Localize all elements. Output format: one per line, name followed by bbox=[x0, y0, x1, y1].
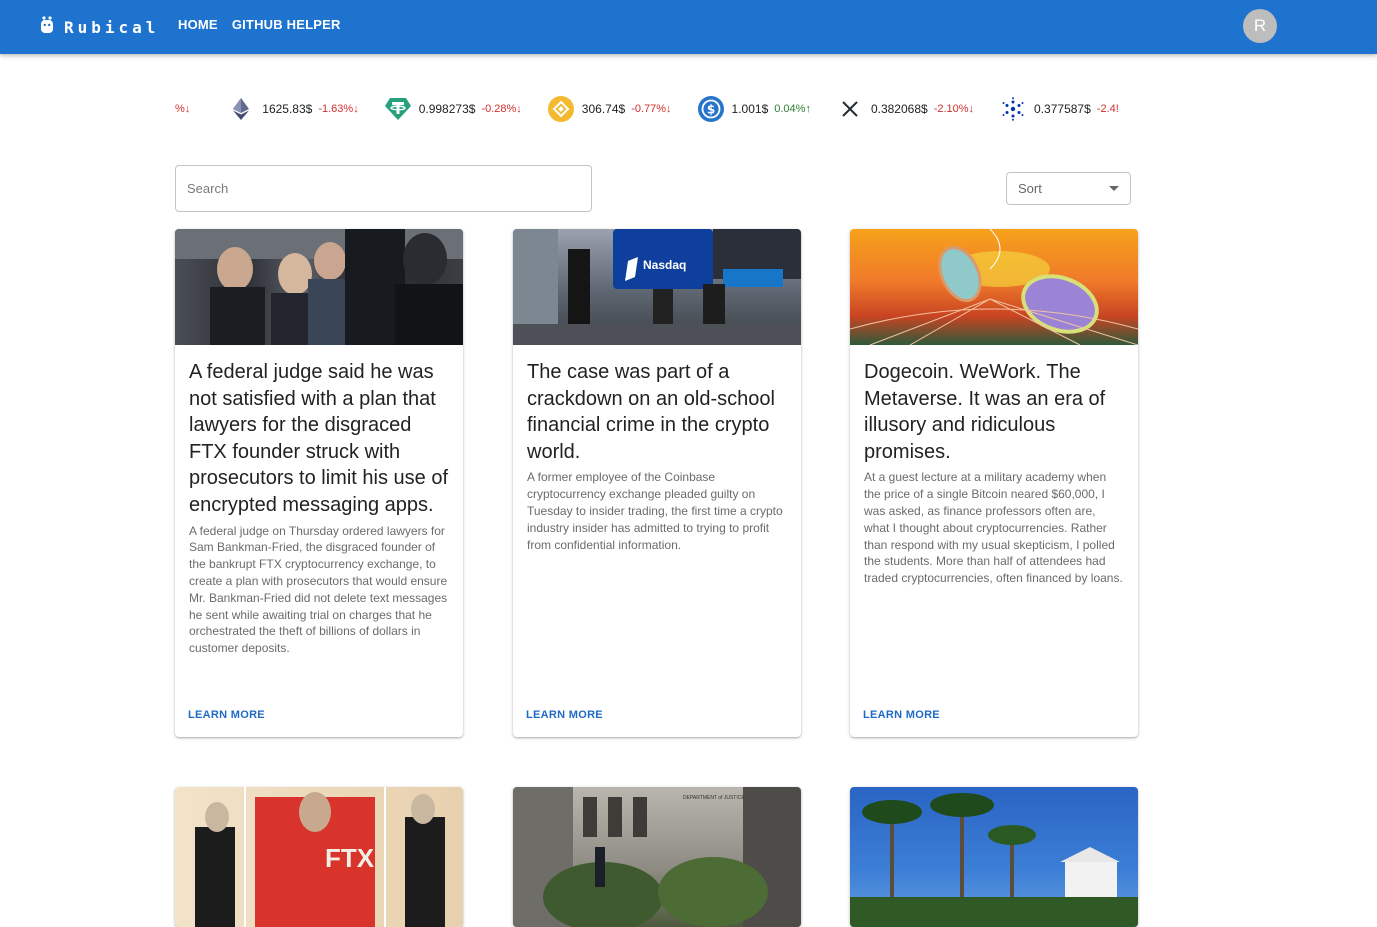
ticker-item: %↓ bbox=[175, 94, 190, 124]
crypto-ticker: %↓ 1625.83$ -1.63%↓ 0.998273$ -0.28%↓ 30… bbox=[175, 94, 1138, 124]
palm-trees-photo bbox=[850, 793, 1138, 927]
card-title[interactable]: A federal judge said he was not satisfie… bbox=[189, 359, 449, 519]
ticker-change: -1.63%↓ bbox=[318, 103, 359, 115]
card-image[interactable] bbox=[175, 229, 463, 345]
card-description: A federal judge on Thursday ordered lawy… bbox=[189, 523, 448, 656]
news-card: Nasdaq The case was part of a crackdown … bbox=[513, 229, 801, 737]
card-description: At a guest lecture at a military academy… bbox=[864, 470, 1123, 586]
usdc-icon: $ bbox=[697, 96, 724, 122]
caret-down-icon bbox=[1109, 186, 1119, 191]
main-nav: HOME GITHUB HELPER bbox=[178, 17, 341, 32]
times-square-nasdaq-photo: Nasdaq bbox=[513, 229, 801, 345]
search-input[interactable] bbox=[175, 165, 592, 212]
ticker-item: $ 1.001$ 0.04%↑ bbox=[697, 94, 811, 124]
news-card: A federal judge said he was not satisfie… bbox=[175, 229, 463, 737]
card-title[interactable]: Dogecoin. WeWork. The Metaverse. It was … bbox=[864, 359, 1124, 465]
ticker-item: 0.998273$ -0.28%↓ bbox=[384, 94, 522, 124]
card-title[interactable]: The case was part of a crackdown on an o… bbox=[527, 359, 787, 465]
sort-select[interactable]: Sort bbox=[1006, 172, 1131, 205]
doj-plaque: DEPARTMENT of JUSTICE bbox=[683, 795, 745, 801]
news-card: FTX bbox=[175, 787, 463, 927]
card-image[interactable]: DEPARTMENT of JUSTICE bbox=[513, 787, 801, 927]
tether-icon bbox=[384, 96, 411, 122]
ticker-change: -0.77%↓ bbox=[631, 103, 672, 115]
ticker-price: 306.74$ bbox=[581, 102, 626, 116]
robot-logo-icon bbox=[40, 15, 54, 40]
brand-name: Rubical bbox=[64, 18, 160, 37]
ticker-price: 1.001$ bbox=[731, 102, 769, 116]
ticker-change: -2.10%↓ bbox=[933, 103, 975, 115]
ticker-price: 0.998273$ bbox=[418, 102, 476, 116]
nav-github-helper-link[interactable]: GITHUB HELPER bbox=[232, 17, 341, 32]
ticker-item: 306.74$ -0.77%↓ bbox=[547, 94, 672, 124]
nasdaq-sign: Nasdaq bbox=[643, 258, 686, 272]
learn-more-button[interactable]: LEARN MORE bbox=[188, 709, 265, 721]
ethereum-icon bbox=[228, 96, 254, 122]
ticker-change: %↓ bbox=[175, 103, 191, 115]
brand[interactable]: Rubical bbox=[40, 15, 159, 40]
ticker-change: -2.4! bbox=[1096, 103, 1119, 115]
learn-more-button[interactable]: LEARN MORE bbox=[863, 709, 940, 721]
news-card bbox=[850, 787, 1138, 927]
ticker-price: 0.382068$ bbox=[870, 102, 928, 116]
xrp-icon bbox=[837, 96, 863, 122]
ticker-price: 0.377587$ bbox=[1034, 102, 1091, 116]
card-image[interactable]: Nasdaq bbox=[513, 229, 801, 345]
card-description: A former employee of the Coinbase crypto… bbox=[527, 470, 783, 552]
ticker-item: 0.382068$ -2.10%↓ bbox=[837, 94, 974, 124]
bnb-icon bbox=[547, 96, 574, 122]
cardano-icon bbox=[1000, 96, 1026, 122]
svg-text:$: $ bbox=[706, 103, 714, 117]
sort-label: Sort bbox=[1018, 181, 1042, 196]
doj-building-photo: DEPARTMENT of JUSTICE bbox=[513, 787, 801, 927]
avatar[interactable]: R bbox=[1243, 9, 1277, 43]
learn-more-button[interactable]: LEARN MORE bbox=[526, 709, 603, 721]
ftx-collage-illustration: FTX bbox=[195, 787, 445, 927]
ftx-logo-text: FTX bbox=[325, 843, 375, 873]
card-image[interactable]: FTX bbox=[175, 787, 463, 927]
ticker-price: 1625.83$ bbox=[262, 102, 313, 116]
courthouse-crowd-photo bbox=[175, 229, 463, 345]
ticker-change: -0.28%↓ bbox=[481, 103, 522, 115]
ticker-item: 1625.83$ -1.63%↓ bbox=[228, 94, 359, 124]
card-image[interactable] bbox=[850, 229, 1138, 345]
ticker-track: %↓ 1625.83$ -1.63%↓ 0.998273$ -0.28%↓ 30… bbox=[175, 94, 1138, 124]
ticker-change: 0.04%↑ bbox=[774, 103, 811, 115]
metaverse-illustration bbox=[850, 229, 1138, 345]
app-bar: Rubical HOME GITHUB HELPER R bbox=[0, 0, 1377, 54]
card-image[interactable] bbox=[850, 787, 1138, 927]
news-card: DEPARTMENT of JUSTICE bbox=[513, 787, 801, 927]
nav-home-link[interactable]: HOME bbox=[178, 17, 218, 32]
news-card: Dogecoin. WeWork. The Metaverse. It was … bbox=[850, 229, 1138, 737]
ticker-item: 0.377587$ -2.4! bbox=[1000, 94, 1119, 124]
